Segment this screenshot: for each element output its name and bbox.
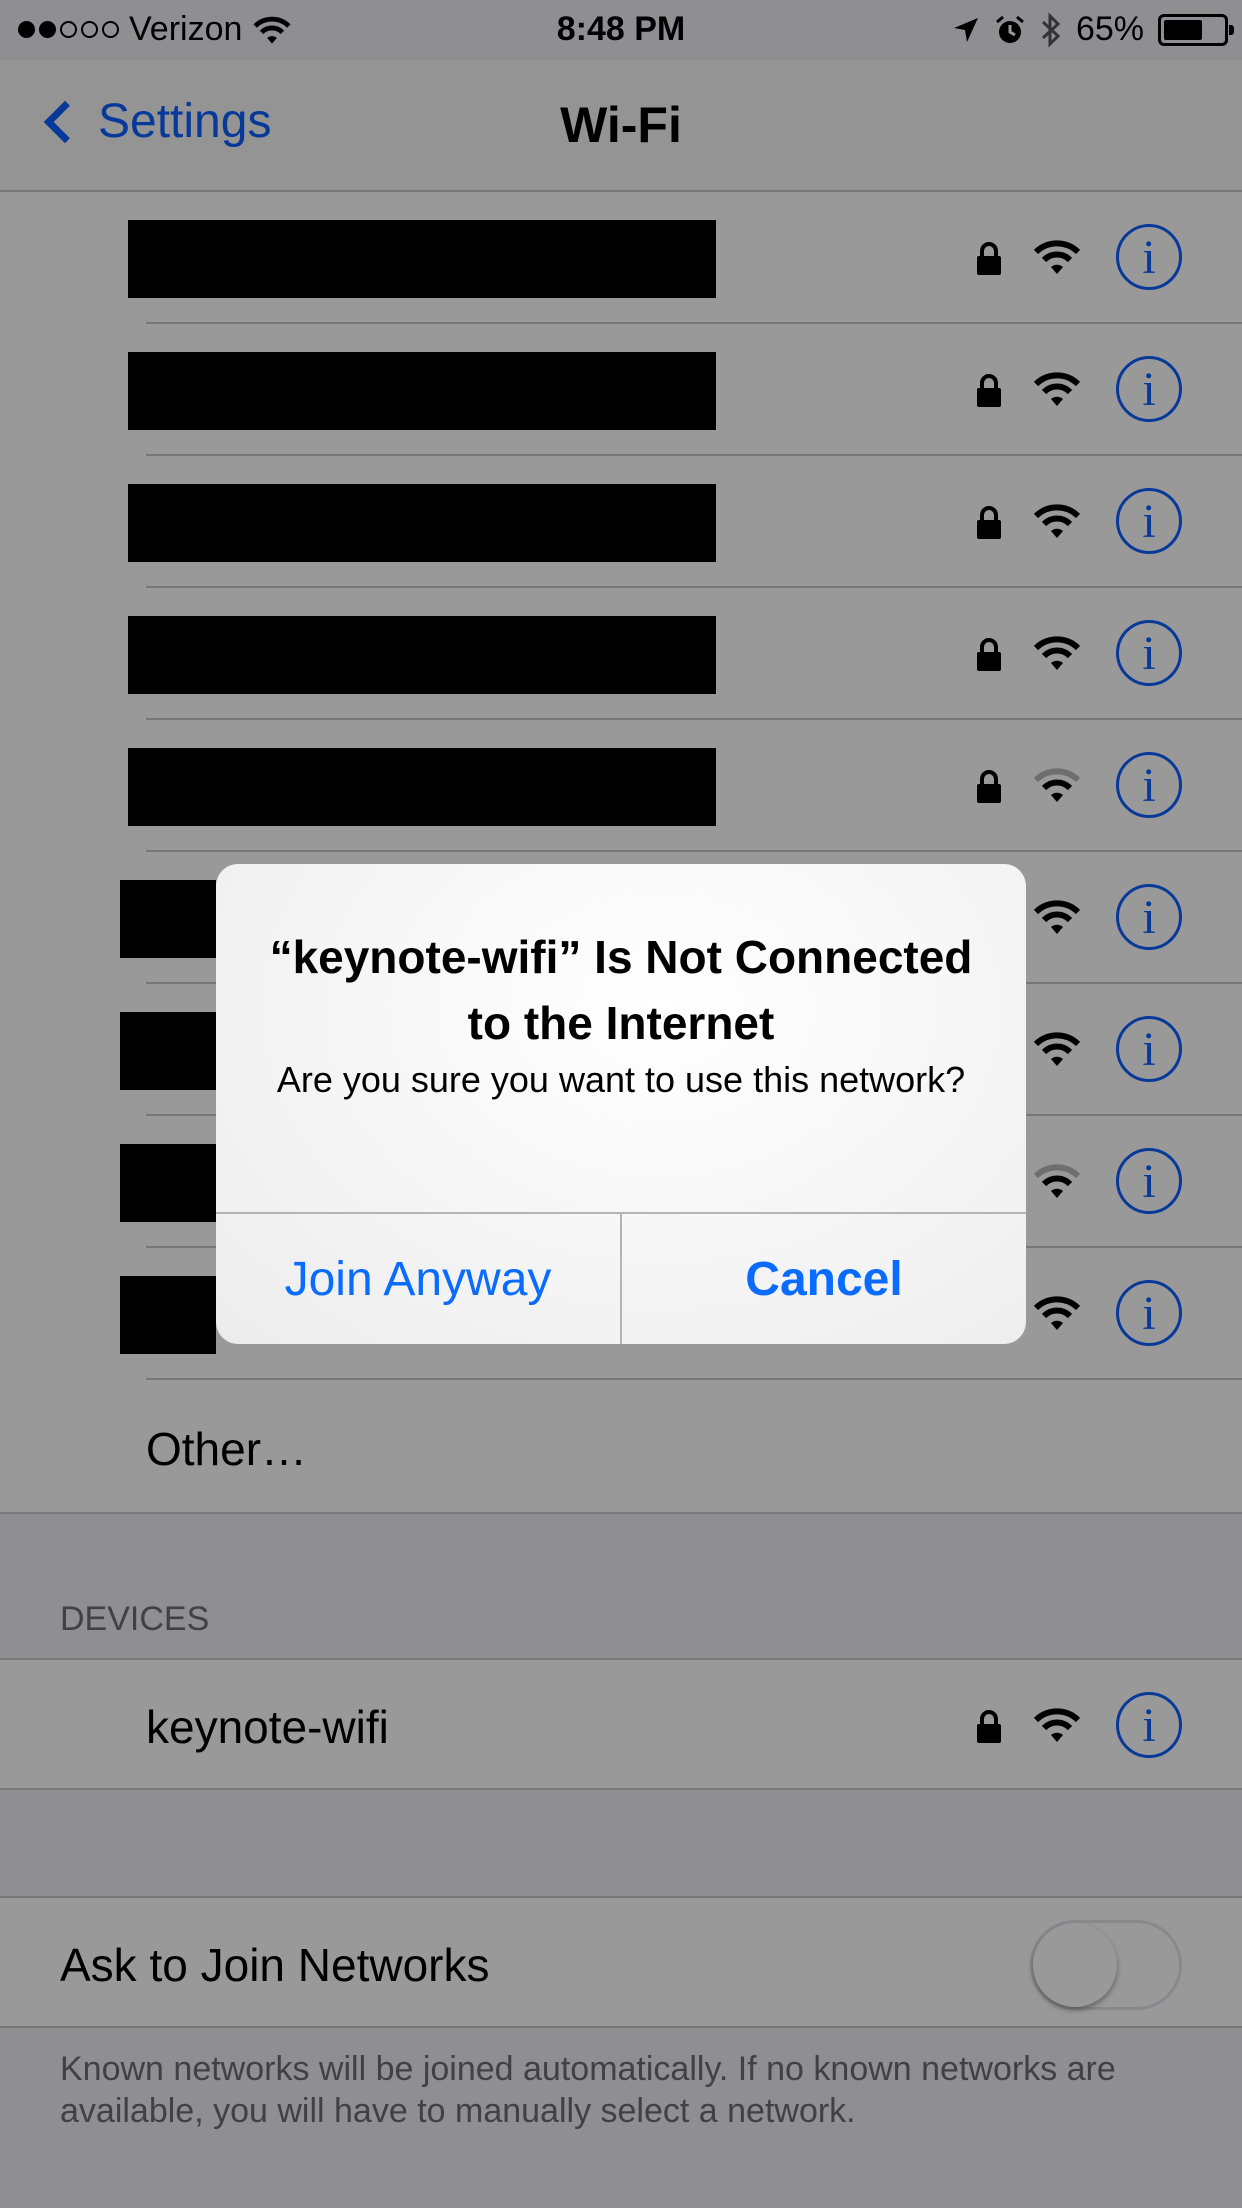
alert-message: Are you sure you want to use this networ… (276, 1059, 966, 1100)
cancel-button[interactable]: Cancel (622, 1214, 1026, 1344)
alert-dialog: “keynote-wifi” Is Not Connected to the I… (216, 864, 1026, 1344)
join-anyway-button[interactable]: Join Anyway (216, 1214, 622, 1344)
alert-buttons: Join Anyway Cancel (216, 1212, 1026, 1344)
alert-title: “keynote-wifi” Is Not Connected to the I… (269, 931, 973, 1049)
